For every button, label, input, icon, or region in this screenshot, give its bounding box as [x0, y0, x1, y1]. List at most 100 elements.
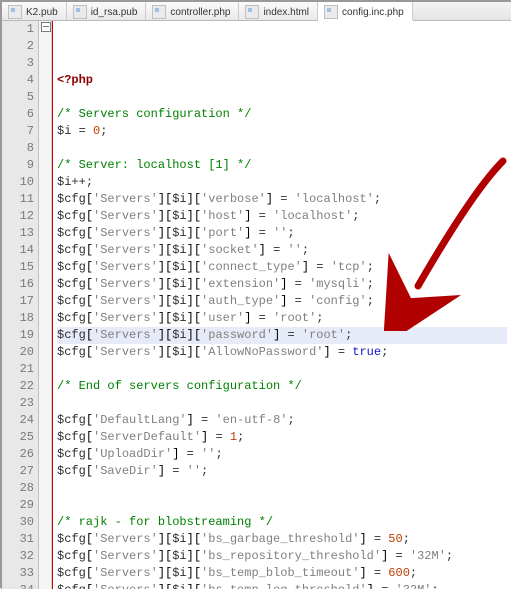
tab-label: id_rsa.pub	[91, 7, 138, 18]
code-line[interactable]: $cfg['Servers'][$i]['connect_type'] = 't…	[57, 259, 507, 276]
tab-label: K2.pub	[26, 7, 58, 18]
code-line[interactable]: $i = 0;	[57, 123, 507, 140]
code-line[interactable]: /* Servers configuration */	[57, 106, 507, 123]
fold-cell	[39, 123, 51, 140]
line-number: 32	[6, 548, 34, 565]
file-icon	[73, 5, 87, 19]
code-line[interactable]: $cfg['Servers'][$i]['bs_temp_blob_timeou…	[57, 565, 507, 582]
file-icon	[8, 5, 22, 19]
fold-cell	[39, 191, 51, 208]
fold-cell	[39, 140, 51, 157]
code-line[interactable]: $cfg['Servers'][$i]['bs_repository_thres…	[57, 548, 507, 565]
line-number: 27	[6, 463, 34, 480]
line-number: 26	[6, 446, 34, 463]
code-line[interactable]: $cfg['Servers'][$i]['auth_type'] = 'conf…	[57, 293, 507, 310]
code-line[interactable]	[57, 395, 507, 412]
line-number: 13	[6, 225, 34, 242]
line-number: 33	[6, 565, 34, 582]
tab-label: index.html	[263, 7, 309, 18]
fold-toggle-icon[interactable]	[41, 22, 51, 32]
line-number: 6	[6, 106, 34, 123]
code-line[interactable]: <?php	[57, 72, 507, 89]
code-line[interactable]: $cfg['UploadDir'] = '';	[57, 446, 507, 463]
line-number: 18	[6, 310, 34, 327]
code-line[interactable]: /* rajk - for blobstreaming */	[57, 514, 507, 531]
line-number: 24	[6, 412, 34, 429]
code-line[interactable]: $cfg['DefaultLang'] = 'en-utf-8';	[57, 412, 507, 429]
code-line[interactable]: $cfg['Servers'][$i]['port'] = '';	[57, 225, 507, 242]
code-line[interactable]: $cfg['Servers'][$i]['AllowNoPassword'] =…	[57, 344, 507, 361]
fold-cell	[39, 395, 51, 412]
line-number: 25	[6, 429, 34, 446]
line-number: 12	[6, 208, 34, 225]
fold-cell	[39, 208, 51, 225]
code-line[interactable]	[57, 361, 507, 378]
fold-cell	[39, 55, 51, 72]
code-line[interactable]: $cfg['Servers'][$i]['socket'] = '';	[57, 242, 507, 259]
fold-column	[39, 21, 52, 589]
line-number: 22	[6, 378, 34, 395]
fold-cell	[39, 378, 51, 395]
fold-cell	[39, 344, 51, 361]
code-line[interactable]	[57, 480, 507, 497]
fold-cell	[39, 514, 51, 531]
line-number: 15	[6, 259, 34, 276]
line-number: 11	[6, 191, 34, 208]
tab-k2-pub[interactable]: K2.pub	[2, 2, 67, 20]
code-line[interactable]: $cfg['Servers'][$i]['extension'] = 'mysq…	[57, 276, 507, 293]
line-number-gutter: 1234567891011121314151617181920212223242…	[2, 21, 39, 589]
code-line[interactable]: $cfg['Servers'][$i]['user'] = 'root';	[57, 310, 507, 327]
file-icon	[152, 5, 166, 19]
code-content[interactable]: <?php /* Servers configuration */$i = 0; /…	[52, 21, 511, 589]
line-number: 9	[6, 157, 34, 174]
line-number: 14	[6, 242, 34, 259]
tab-id-rsa-pub[interactable]: id_rsa.pub	[67, 2, 147, 20]
line-number: 23	[6, 395, 34, 412]
line-number: 30	[6, 514, 34, 531]
fold-cell	[39, 531, 51, 548]
fold-cell	[39, 106, 51, 123]
tab-label: controller.php	[170, 7, 230, 18]
line-number: 20	[6, 344, 34, 361]
fold-cell	[39, 446, 51, 463]
code-line[interactable]: $cfg['SaveDir'] = '';	[57, 463, 507, 480]
fold-cell	[39, 21, 51, 38]
code-line[interactable]: /* Server: localhost [1] */	[57, 157, 507, 174]
file-icon	[245, 5, 259, 19]
fold-cell	[39, 157, 51, 174]
line-number: 28	[6, 480, 34, 497]
editor-area[interactable]: 1234567891011121314151617181920212223242…	[2, 21, 511, 589]
code-line[interactable]: $cfg['Servers'][$i]['bs_garbage_threshol…	[57, 531, 507, 548]
fold-cell	[39, 72, 51, 89]
code-line[interactable]: $i++;	[57, 174, 507, 191]
line-number: 8	[6, 140, 34, 157]
code-line[interactable]	[57, 140, 507, 157]
code-line[interactable]	[57, 497, 507, 514]
line-number: 16	[6, 276, 34, 293]
fold-cell	[39, 361, 51, 378]
fold-cell	[39, 565, 51, 582]
fold-cell	[39, 497, 51, 514]
fold-cell	[39, 480, 51, 497]
code-line[interactable]: $cfg['Servers'][$i]['password'] = 'root'…	[57, 327, 507, 344]
code-line[interactable]: $cfg['Servers'][$i]['host'] = 'localhost…	[57, 208, 507, 225]
line-number: 1	[6, 21, 34, 38]
fold-cell	[39, 310, 51, 327]
tab-config-inc-php[interactable]: config.inc.php	[318, 2, 413, 21]
code-line[interactable]	[57, 89, 507, 106]
code-line[interactable]: $cfg['Servers'][$i]['verbose'] = 'localh…	[57, 191, 507, 208]
fold-cell	[39, 548, 51, 565]
line-number: 7	[6, 123, 34, 140]
tab-controller-php[interactable]: controller.php	[146, 2, 239, 20]
fold-cell	[39, 89, 51, 106]
fold-cell	[39, 38, 51, 55]
file-icon	[324, 5, 338, 19]
line-number: 29	[6, 497, 34, 514]
fold-cell	[39, 225, 51, 242]
line-number: 3	[6, 55, 34, 72]
fold-cell	[39, 327, 51, 344]
tab-index-html[interactable]: index.html	[239, 2, 318, 20]
code-line[interactable]: $cfg['ServerDefault'] = 1;	[57, 429, 507, 446]
fold-cell	[39, 293, 51, 310]
code-line[interactable]: /* End of servers configuration */	[57, 378, 507, 395]
